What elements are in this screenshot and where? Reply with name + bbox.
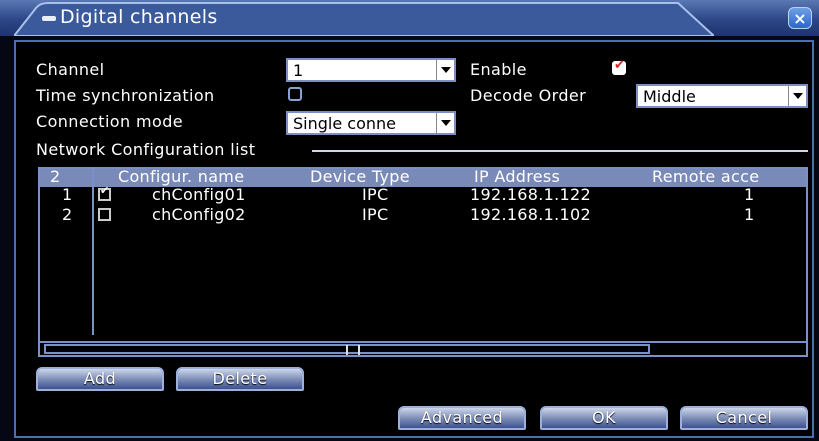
ok-button[interactable]: OK: [540, 406, 668, 430]
group-label: Network Configuration list: [36, 140, 256, 159]
close-button[interactable]: ×: [788, 7, 812, 29]
network-config-table[interactable]: 2 Configur. name Device Type IP Address …: [38, 167, 808, 357]
horizontal-scrollbar[interactable]: [40, 341, 806, 355]
advanced-button[interactable]: Advanced: [398, 406, 526, 430]
window-icon: [42, 16, 56, 21]
add-button[interactable]: Add: [36, 367, 164, 391]
header-ip-address[interactable]: IP Address: [474, 167, 560, 186]
chevron-down-icon[interactable]: [436, 113, 454, 133]
row-remote-access: 1: [744, 205, 755, 224]
row-remote-access: 1: [744, 185, 755, 204]
delete-button[interactable]: Delete: [176, 367, 304, 391]
scrollbar-grip-icon: [346, 345, 360, 355]
row-ip-address: 192.168.1.122: [470, 185, 591, 204]
row-device-type: IPC: [362, 205, 389, 224]
cancel-button[interactable]: Cancel: [680, 406, 808, 430]
row-number: 1: [62, 185, 73, 204]
time-sync-label: Time synchronization: [36, 86, 215, 105]
connection-mode-value: Single conne: [293, 114, 396, 133]
channel-select[interactable]: 1: [286, 58, 456, 82]
scrollbar-thumb[interactable]: [44, 344, 650, 355]
connection-mode-label: Connection mode: [36, 112, 183, 131]
row-number: 2: [62, 205, 73, 224]
enable-label: Enable: [470, 60, 527, 79]
row-config-name: chConfig01: [152, 185, 246, 204]
title-bar: Digital channels ×: [0, 0, 819, 36]
decode-order-label: Decode Order: [470, 86, 587, 105]
group-divider: [312, 150, 808, 152]
row-checkbox[interactable]: [98, 184, 111, 201]
row-config-name: chConfig02: [152, 205, 246, 224]
connection-mode-select[interactable]: Single conne: [286, 111, 456, 135]
header-device-type[interactable]: Device Type: [310, 167, 410, 186]
row-checkbox[interactable]: [98, 208, 111, 221]
window-title: Digital channels: [60, 6, 218, 28]
column-divider: [92, 169, 94, 335]
channel-label: Channel: [36, 60, 105, 79]
header-count: 2: [50, 167, 61, 186]
header-remote-access[interactable]: Remote acce: [652, 167, 759, 186]
decode-order-select[interactable]: Middle: [636, 84, 808, 108]
header-config-name[interactable]: Configur. name: [118, 167, 244, 186]
row-device-type: IPC: [362, 185, 389, 204]
enable-checkbox[interactable]: [612, 58, 626, 75]
digital-channels-dialog: Digital channels × Channel 1 Enable Time…: [0, 0, 819, 441]
channel-value: 1: [293, 61, 304, 80]
row-ip-address: 192.168.1.102: [470, 205, 591, 224]
time-sync-checkbox[interactable]: [288, 87, 302, 101]
chevron-down-icon[interactable]: [436, 60, 454, 80]
chevron-down-icon[interactable]: [788, 86, 806, 106]
decode-order-value: Middle: [643, 87, 696, 106]
